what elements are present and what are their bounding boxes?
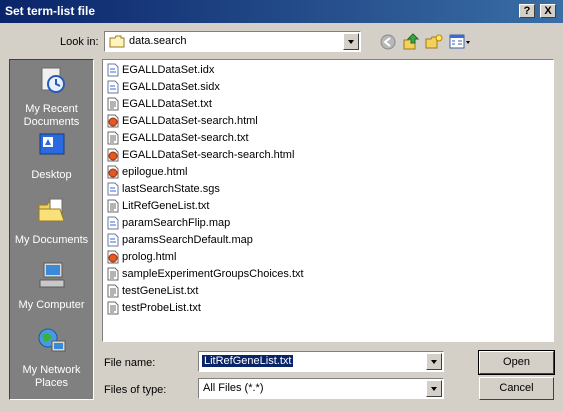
place-desktop[interactable]: Desktop bbox=[10, 130, 93, 182]
file-name: LitRefGeneList.txt bbox=[122, 200, 210, 212]
title-bar: Set term-list file ? X bbox=[0, 0, 563, 23]
file-list-item[interactable]: paramsSearchDefault.map bbox=[107, 232, 253, 248]
file-name-value: LitRefGeneList.txt bbox=[200, 354, 295, 368]
open-button[interactable]: Open bbox=[478, 350, 555, 375]
text-file-icon bbox=[107, 267, 119, 281]
my-computer-icon bbox=[39, 262, 64, 288]
text-file-icon bbox=[107, 97, 119, 111]
file-name: EGALLDataSet-search-search.html bbox=[122, 149, 295, 161]
file-list-item[interactable]: EGALLDataSet.idx bbox=[107, 62, 214, 78]
document-file-icon bbox=[107, 233, 119, 247]
chevron-down-icon[interactable] bbox=[426, 353, 442, 370]
place-recent-documents[interactable]: My Recent Documents bbox=[10, 64, 93, 129]
file-list-item[interactable]: EGALLDataSet-search.html bbox=[107, 113, 258, 129]
text-file-icon bbox=[107, 301, 119, 315]
html-file-icon bbox=[107, 114, 119, 128]
new-folder-icon[interactable] bbox=[424, 33, 444, 51]
chevron-down-icon[interactable] bbox=[343, 33, 359, 50]
file-name: testProbeList.txt bbox=[122, 302, 201, 314]
place-label: My Computer bbox=[18, 299, 85, 311]
files-of-type-value: All Files (*.*) bbox=[203, 382, 264, 394]
file-name: testGeneList.txt bbox=[122, 285, 199, 297]
file-list-item[interactable]: EGALLDataSet-search.txt bbox=[107, 130, 249, 146]
file-list-item[interactable]: lastSearchState.sgs bbox=[107, 181, 220, 197]
document-file-icon bbox=[107, 182, 119, 196]
file-list-item[interactable]: epilogue.html bbox=[107, 164, 187, 180]
file-name: paramSearchFlip.map bbox=[122, 217, 231, 229]
places-bar: My Recent Documents Desktop My Documents… bbox=[9, 59, 94, 400]
my-documents-icon bbox=[38, 198, 65, 222]
text-file-icon bbox=[107, 284, 119, 298]
file-list-item[interactable]: EGALLDataSet.txt bbox=[107, 96, 212, 112]
file-list[interactable]: EGALLDataSet.idx EGALLDataSet.sidx EGALLDa… bbox=[102, 59, 554, 342]
place-my-network-places[interactable]: My Network Places bbox=[10, 325, 93, 390]
text-file-icon bbox=[107, 131, 119, 145]
desktop-icon bbox=[39, 133, 64, 155]
html-file-icon bbox=[107, 165, 119, 179]
place-label: My Recent Documents bbox=[23, 103, 80, 128]
close-button[interactable]: X bbox=[540, 4, 556, 18]
file-list-item[interactable]: EGALLDataSet.sidx bbox=[107, 79, 220, 95]
file-list-item[interactable]: testGeneList.txt bbox=[107, 283, 198, 299]
file-list-item[interactable]: LitRefGeneList.txt bbox=[107, 198, 209, 214]
cancel-button[interactable]: Cancel bbox=[479, 377, 554, 400]
files-of-type-label: Files of type: bbox=[104, 384, 167, 396]
html-file-icon bbox=[107, 250, 119, 264]
html-file-icon bbox=[107, 148, 119, 162]
document-file-icon bbox=[107, 216, 119, 230]
network-places-icon bbox=[38, 328, 65, 352]
recent-documents-icon bbox=[41, 67, 65, 93]
back-icon[interactable] bbox=[378, 33, 398, 51]
look-in-value: data.search bbox=[129, 35, 187, 47]
file-name: paramsSearchDefault.map bbox=[122, 234, 253, 246]
file-list-item[interactable]: testProbeList.txt bbox=[107, 300, 201, 316]
place-my-computer[interactable]: My Computer bbox=[10, 260, 93, 312]
files-of-type-select[interactable]: All Files (*.*) bbox=[198, 378, 444, 399]
view-menu-icon[interactable] bbox=[448, 33, 472, 51]
file-name: EGALLDataSet.txt bbox=[122, 98, 212, 110]
place-label: My Documents bbox=[14, 234, 89, 246]
file-name: EGALLDataSet.idx bbox=[122, 64, 215, 76]
file-name: EGALLDataSet-search.txt bbox=[122, 132, 249, 144]
file-name: EGALLDataSet.sidx bbox=[122, 81, 220, 93]
file-name-field[interactable]: LitRefGeneList.txt bbox=[198, 351, 444, 372]
help-button[interactable]: ? bbox=[519, 4, 535, 18]
look-in-combo[interactable]: data.search bbox=[104, 31, 361, 52]
file-name: prolog.html bbox=[122, 251, 177, 263]
file-name: EGALLDataSet-search.html bbox=[122, 115, 258, 127]
file-name: epilogue.html bbox=[122, 166, 188, 178]
file-name: lastSearchState.sgs bbox=[122, 183, 220, 195]
text-file-icon bbox=[107, 199, 119, 213]
chevron-down-icon[interactable] bbox=[426, 380, 442, 397]
document-file-icon bbox=[107, 63, 119, 77]
folder-icon bbox=[109, 35, 125, 48]
file-list-item[interactable]: prolog.html bbox=[107, 249, 176, 265]
look-in-label: Look in: bbox=[60, 36, 99, 48]
place-label: My Network Places bbox=[22, 364, 81, 389]
file-name: sampleExperimentGroupsChoices.txt bbox=[122, 268, 304, 280]
place-label: Desktop bbox=[31, 169, 72, 181]
window-title: Set term-list file bbox=[5, 4, 96, 18]
document-file-icon bbox=[107, 80, 119, 94]
file-name-label: File name: bbox=[104, 357, 156, 369]
file-list-item[interactable]: EGALLDataSet-search-search.html bbox=[107, 147, 294, 163]
place-my-documents[interactable]: My Documents bbox=[10, 195, 93, 247]
up-folder-icon[interactable] bbox=[401, 33, 421, 51]
file-list-item[interactable]: sampleExperimentGroupsChoices.txt bbox=[107, 266, 304, 282]
file-list-item[interactable]: paramSearchFlip.map bbox=[107, 215, 230, 231]
